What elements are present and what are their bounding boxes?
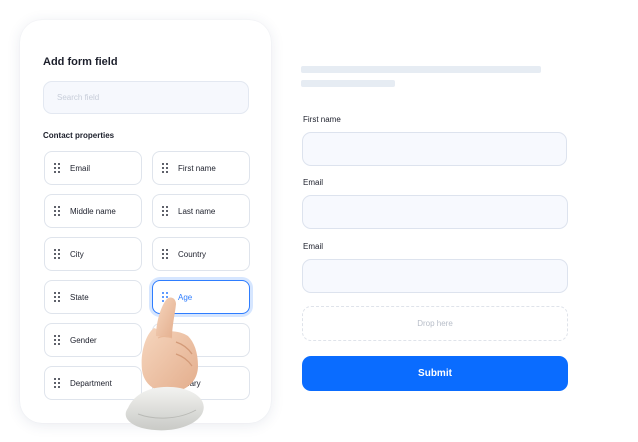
email-field[interactable] bbox=[302, 259, 568, 293]
drag-handle-icon bbox=[54, 249, 61, 259]
drag-handle-icon bbox=[162, 249, 169, 259]
field-chip-email[interactable]: Email bbox=[44, 151, 142, 185]
drop-zone[interactable]: Drop here bbox=[302, 306, 568, 341]
field-chip-country[interactable]: Country bbox=[152, 237, 250, 271]
drag-handle-icon bbox=[54, 163, 61, 173]
field-chip-label: Gender bbox=[70, 335, 97, 345]
drag-handle-icon bbox=[162, 163, 169, 173]
field-chip-label: State bbox=[70, 292, 89, 302]
form-field-label: First name bbox=[303, 115, 341, 124]
form-field-label: Email bbox=[303, 242, 324, 251]
submit-button[interactable]: Submit bbox=[302, 356, 568, 391]
drag-handle-icon bbox=[54, 292, 61, 302]
field-chip-label: Email bbox=[70, 163, 91, 173]
drag-handle-icon bbox=[54, 206, 61, 216]
field-chip-label: First name bbox=[178, 163, 216, 173]
first-name-field[interactable] bbox=[302, 132, 567, 166]
pointing-hand-icon bbox=[125, 297, 204, 431]
form-title-skeleton bbox=[301, 66, 541, 73]
drag-handle-icon bbox=[162, 206, 169, 216]
form-subtitle-skeleton bbox=[301, 80, 395, 87]
form-field-label: Email bbox=[303, 178, 324, 187]
field-chip-label: City bbox=[70, 249, 84, 259]
field-chip-label: Middle name bbox=[70, 206, 116, 216]
field-chip-last-name[interactable]: Last name bbox=[152, 194, 250, 228]
section-label: Contact properties bbox=[43, 131, 115, 140]
drag-handle-icon bbox=[54, 378, 61, 388]
panel-title: Add form field bbox=[43, 56, 118, 68]
email-field[interactable] bbox=[302, 195, 568, 229]
field-chip-label: Department bbox=[70, 378, 112, 388]
field-chip-label: Last name bbox=[178, 206, 216, 216]
field-chip-middle-name[interactable]: Middle name bbox=[44, 194, 142, 228]
field-chip-city[interactable]: City bbox=[44, 237, 142, 271]
search-field-input[interactable] bbox=[43, 81, 249, 114]
drag-handle-icon bbox=[54, 335, 61, 345]
field-chip-first-name[interactable]: First name bbox=[152, 151, 250, 185]
field-chip-label: Country bbox=[178, 249, 207, 259]
